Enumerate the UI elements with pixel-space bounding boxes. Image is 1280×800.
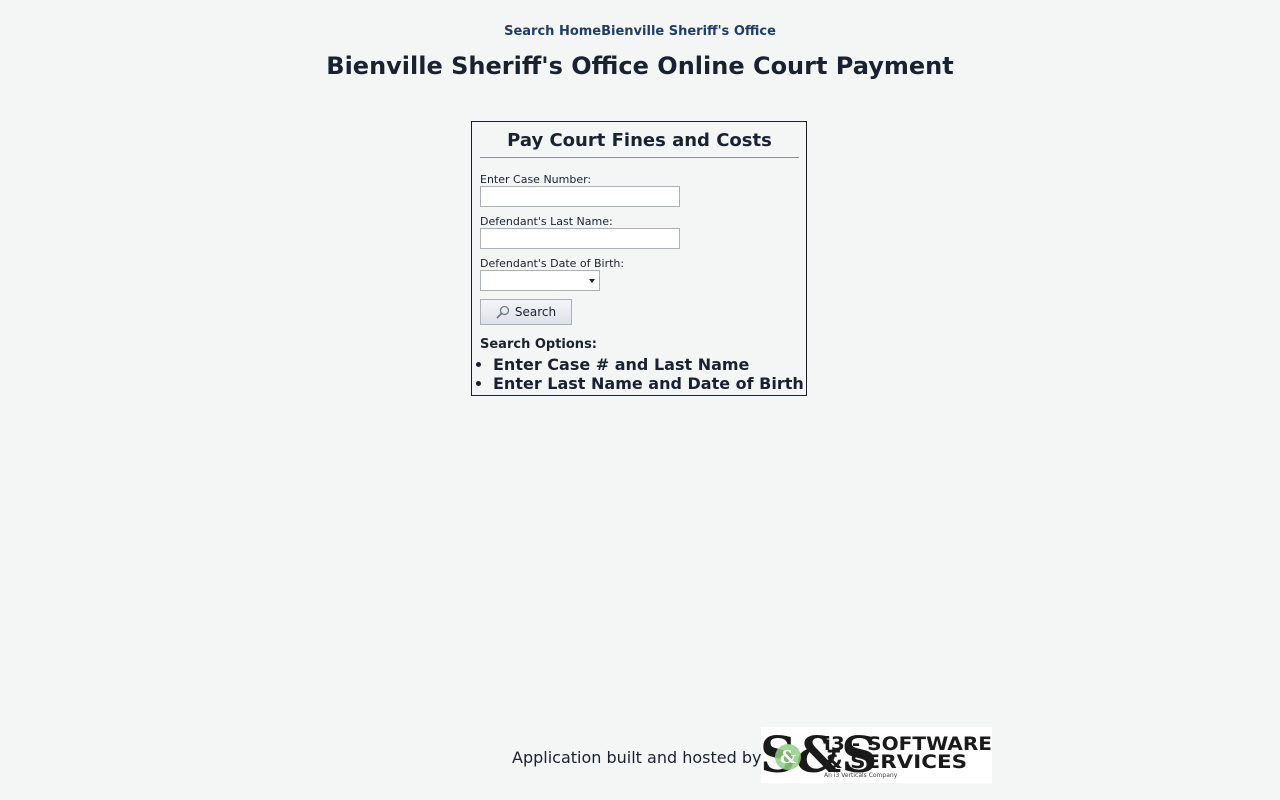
last-name-input[interactable] — [480, 228, 680, 249]
search-option-item: Enter Last Name and Date of Birth — [493, 374, 804, 393]
last-name-label: Defendant's Last Name: — [480, 215, 613, 228]
top-navigation: Search HomeBienville Sheriff's Office — [0, 24, 1280, 39]
search-options-heading: Search Options: — [480, 337, 597, 352]
logo-line-2: & SERVICES — [824, 751, 967, 773]
dob-dropdown[interactable] — [480, 270, 600, 291]
search-home-link[interactable]: Search Home — [504, 24, 601, 39]
search-option-item: Enter Case # and Last Name — [493, 355, 804, 374]
footer-text: Application built and hosted by — [512, 747, 762, 767]
search-icon — [496, 305, 510, 319]
search-button-label: Search — [514, 305, 557, 319]
footer: Application built and hosted by S&S & i3… — [512, 725, 993, 784]
chevron-down-icon — [589, 279, 595, 283]
case-number-label: Enter Case Number: — [480, 173, 592, 186]
logo-tagline: An i3 Verticals Company — [824, 772, 898, 779]
i3-software-services-logo[interactable]: S&S & i3 - SOFTWARE & SERVICES An i3 Ver… — [760, 725, 993, 784]
page-title: Bienville Sheriff's Office Online Court … — [326, 52, 954, 80]
search-options-list: Enter Case # and Last Name Enter Last Na… — [480, 355, 804, 393]
svg-text:&: & — [780, 747, 796, 768]
search-button[interactable]: Search — [480, 299, 572, 325]
payment-search-panel: Pay Court Fines and Costs Enter Case Num… — [471, 121, 807, 396]
sheriff-office-link[interactable]: Bienville Sheriff's Office — [601, 24, 776, 39]
case-number-input[interactable] — [480, 186, 680, 207]
panel-title: Pay Court Fines and Costs — [480, 130, 799, 158]
dob-label: Defendant's Date of Birth: — [480, 257, 625, 270]
